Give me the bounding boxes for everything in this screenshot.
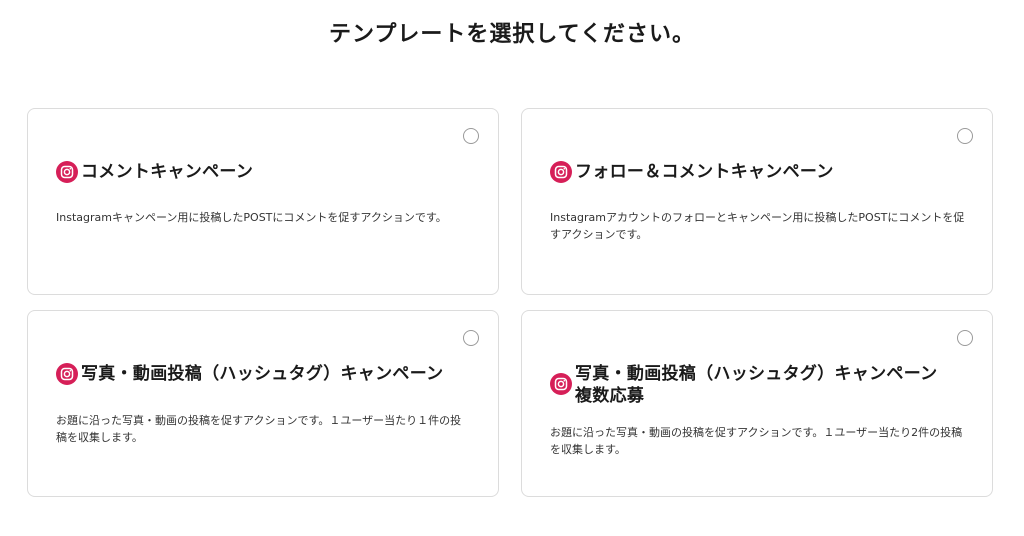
card-description: Instagramアカウントのフォローとキャンペーン用に投稿したPOSTにコメン… [550,211,965,241]
template-card-hashtag-multiple[interactable]: 写真・動画投稿（ハッシュタグ）キャンペーン複数応募 お題に沿った写真・動画の投稿… [521,310,993,497]
template-card-follow-comment[interactable]: フォロー＆コメントキャンペーン Instagramアカウントのフォローとキャンペ… [521,108,993,295]
template-card-hashtag[interactable]: 写真・動画投稿（ハッシュタグ）キャンペーン お題に沿った写真・動画の投稿を促すア… [27,310,499,497]
template-card-comment[interactable]: コメントキャンペーン Instagramキャンペーン用に投稿したPOSTにコメン… [27,108,499,295]
instagram-icon [550,373,572,395]
template-radio[interactable] [957,128,973,144]
card-title: 写真・動画投稿（ハッシュタグ）キャンペーン [56,363,458,385]
card-title: コメントキャンペーン [56,161,458,183]
card-title: 写真・動画投稿（ハッシュタグ）キャンペーン複数応募 [550,363,952,407]
card-description: お題に沿った写真・動画の投稿を促すアクションです。１ユーザー当たり2件の投稿を収… [550,426,963,456]
instagram-icon [56,363,78,385]
instagram-icon [550,161,572,183]
card-description: Instagramキャンペーン用に投稿したPOSTにコメントを促すアクションです… [56,211,447,224]
card-description: お題に沿った写真・動画の投稿を促すアクションです。１ユーザー当たり１件の投稿を収… [56,414,462,444]
template-radio[interactable] [463,128,479,144]
card-title-text: コメントキャンペーン [81,162,254,182]
page-title: テンプレートを選択してください。 [328,22,696,47]
card-title-text: フォロー＆コメントキャンペーン [575,162,834,182]
card-title-text: 写真・動画投稿（ハッシュタグ）キャンペーン複数応募 [575,364,938,406]
instagram-icon [56,161,78,183]
template-radio[interactable] [957,330,973,346]
card-title-text: 写真・動画投稿（ハッシュタグ）キャンペーン [81,364,444,384]
template-radio[interactable] [463,330,479,346]
card-title: フォロー＆コメントキャンペーン [550,161,952,183]
